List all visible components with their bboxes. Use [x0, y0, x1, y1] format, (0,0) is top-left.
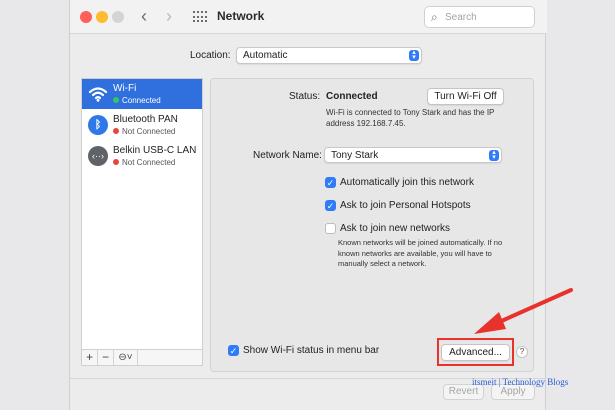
auto-join-label: Automatically join this network [340, 177, 474, 188]
show-wifi-menubar-checkbox[interactable]: ✓ [228, 345, 239, 356]
zoom-window-button[interactable] [112, 11, 124, 23]
remove-service-button[interactable]: − [98, 350, 114, 365]
help-button[interactable]: ? [516, 346, 528, 358]
service-item-bluetooth-pan[interactable]: ᛒ Bluetooth PAN Not Connected [82, 110, 202, 140]
auto-join-checkbox[interactable]: ✓ [325, 177, 336, 188]
service-status: Not Connected [113, 158, 175, 167]
window-toolbar: ‹ › Network ⌕ [70, 0, 547, 34]
status-dot-red [113, 159, 119, 165]
search-input[interactable] [445, 10, 530, 24]
service-status-text: Not Connected [122, 127, 176, 136]
status-dot-green [113, 97, 119, 103]
service-name: Wi-Fi [113, 83, 137, 94]
wifi-icon [88, 84, 108, 104]
new-networks-checkbox[interactable] [325, 223, 336, 234]
search-field[interactable]: ⌕ [424, 6, 535, 28]
new-networks-label: Ask to join new networks [340, 223, 451, 234]
advanced-highlight-box [437, 338, 514, 366]
status-description: Wi-Fi is connected to Tony Stark and has… [326, 108, 495, 128]
status-value: Connected [326, 91, 378, 102]
show-all-grid-icon[interactable] [193, 11, 207, 23]
network-name-popup[interactable]: Tony Stark ▴ ▾ [324, 147, 502, 163]
service-item-wifi[interactable]: Wi-Fi Connected [82, 79, 202, 109]
popup-arrows-icon: ▴ ▾ [489, 149, 499, 161]
service-status: Connected [113, 96, 161, 105]
service-status: Not Connected [113, 127, 175, 136]
service-name: Bluetooth PAN [113, 114, 178, 125]
service-list: Wi-Fi Connected ᛒ Bluetooth PAN Not Conn… [81, 78, 203, 350]
status-dot-red [113, 128, 119, 134]
add-service-button[interactable]: + [82, 350, 98, 365]
network-name-value: Tony Stark [331, 150, 379, 161]
location-popup[interactable]: Automatic ▴ ▾ [236, 47, 422, 64]
action-menu-button[interactable]: ⊖˅ [114, 350, 138, 365]
window-title: Network [217, 9, 265, 23]
network-name-label: Network Name: [253, 150, 322, 161]
status-label: Status: [289, 91, 321, 102]
show-wifi-menubar-label: Show Wi-Fi status in menu bar [243, 345, 380, 356]
background-left [0, 0, 69, 410]
location-label: Location: [190, 50, 231, 61]
ethernet-icon: ‹··› [88, 146, 108, 166]
search-icon: ⌕ [431, 10, 438, 24]
back-chevron-icon[interactable]: ‹ [141, 6, 147, 26]
background-right [546, 0, 615, 410]
watermark-text: itsmeit | Technology Blogs [472, 377, 569, 387]
personal-hotspots-label: Ask to join Personal Hotspots [340, 200, 471, 211]
service-item-belkin-usb-c-lan[interactable]: ‹··› Belkin USB-C LAN Not Connected [82, 141, 202, 171]
service-status-text: Not Connected [122, 158, 176, 167]
bluetooth-icon: ᛒ [88, 115, 108, 135]
personal-hotspots-checkbox[interactable]: ✓ [325, 200, 336, 211]
turn-wifi-off-button[interactable]: Turn Wi-Fi Off [427, 88, 504, 105]
service-status-text: Connected [122, 96, 161, 105]
close-window-button[interactable] [80, 11, 92, 23]
service-list-toolbar: + − ⊖˅ [81, 349, 203, 366]
forward-chevron-icon[interactable]: › [166, 6, 172, 26]
service-name: Belkin USB-C LAN [113, 145, 197, 156]
minimize-window-button[interactable] [96, 11, 108, 23]
known-networks-info: Known networks will be joined automatica… [338, 238, 503, 268]
popup-arrows-icon: ▴ ▾ [409, 49, 419, 61]
location-value: Automatic [243, 50, 288, 61]
